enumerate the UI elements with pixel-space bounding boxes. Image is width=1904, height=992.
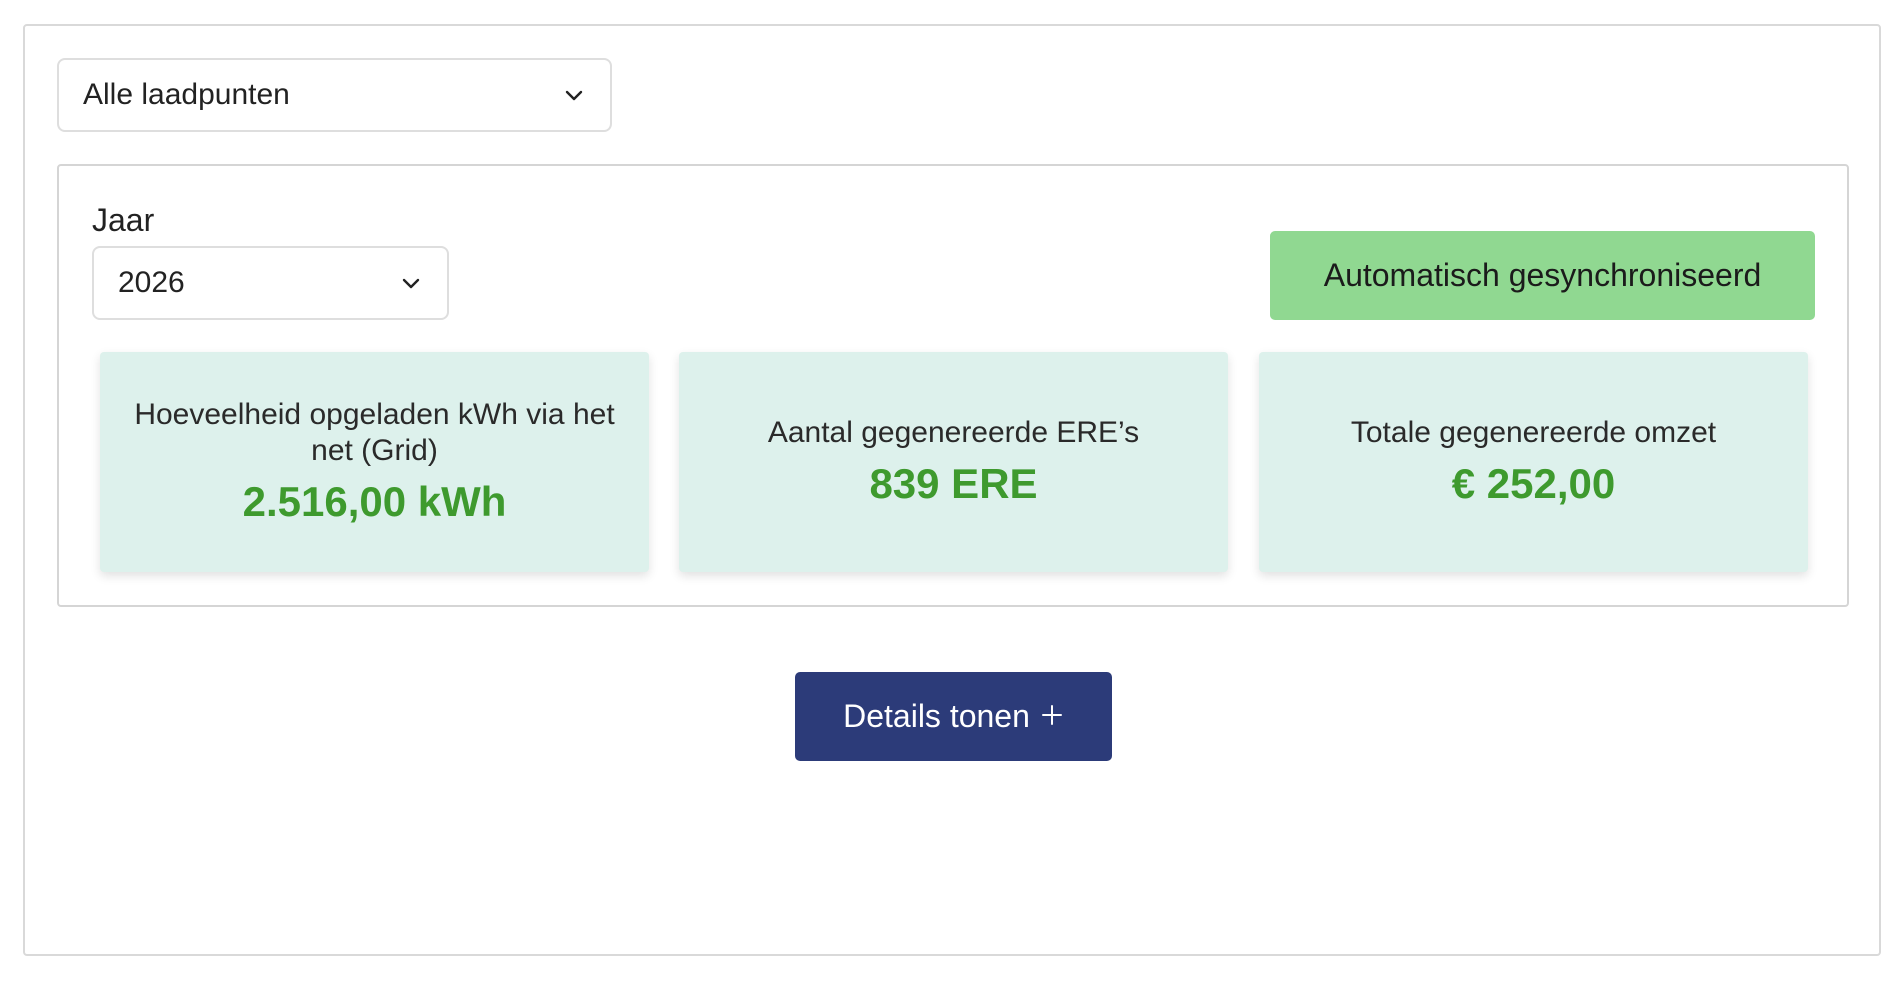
- stat-card-ere-count: Aantal gegenereerde ERE’s 839 ERE: [679, 352, 1228, 572]
- year-label: Jaar: [92, 202, 155, 238]
- stat-label: Aantal gegenereerde ERE’s: [767, 416, 1140, 449]
- year-select-value: 2026: [118, 266, 185, 299]
- stat-value: 2.516,00 kWh: [242, 478, 507, 525]
- chevron-down-icon: [562, 83, 586, 107]
- sync-status-badge: Automatisch gesynchroniseerd: [1270, 231, 1815, 320]
- stat-label: Hoeveelheid opgeladen kWh via het net (G…: [134, 398, 615, 467]
- stat-value: 839 ERE: [869, 460, 1038, 507]
- stat-value: € 252,00: [1451, 460, 1616, 507]
- show-details-label: Details tonen: [843, 698, 1030, 734]
- stat-card-grid-kwh: Hoeveelheid opgeladen kWh via het net (G…: [100, 352, 649, 572]
- chevron-down-icon: [399, 271, 423, 295]
- stat-label: Totale gegenereerde omzet: [1350, 416, 1717, 449]
- show-details-button[interactable]: Details tonen: [795, 672, 1112, 761]
- plus-icon: [1040, 697, 1064, 736]
- charge-point-select-value: Alle laadpunten: [83, 78, 290, 111]
- charge-point-select[interactable]: Alle laadpunten: [57, 58, 612, 132]
- year-select[interactable]: 2026: [92, 246, 449, 320]
- stat-card-revenue: Totale gegenereerde omzet € 252,00: [1259, 352, 1808, 572]
